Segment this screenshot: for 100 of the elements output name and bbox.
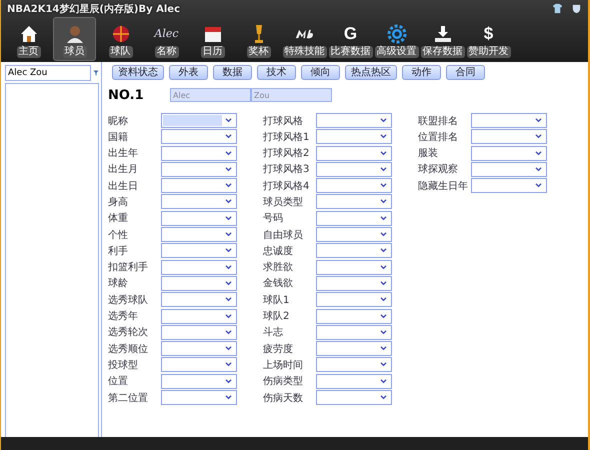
chevron-down-icon xyxy=(225,248,232,254)
dropdown[interactable] xyxy=(161,374,237,389)
chevron-down-icon xyxy=(225,134,232,140)
dropdown[interactable] xyxy=(161,210,237,226)
field-label: 出生年 xyxy=(108,146,139,160)
gear-icon xyxy=(386,24,406,44)
field-label: 扣篮利手 xyxy=(108,260,149,274)
dropdown[interactable] xyxy=(161,341,237,356)
tab[interactable]: 技术 xyxy=(257,65,296,80)
chevron-down-icon xyxy=(225,314,232,319)
nav-item[interactable]: $ 赞助开发 xyxy=(467,17,510,61)
dropdown[interactable] xyxy=(316,341,392,356)
chevron-down-icon xyxy=(225,280,232,286)
tab[interactable]: 外表 xyxy=(169,65,208,80)
chevron-down-icon xyxy=(225,264,232,270)
player-number: NO.1 xyxy=(108,88,145,102)
dropdown[interactable] xyxy=(471,178,547,194)
dropdown[interactable] xyxy=(316,357,392,372)
field-label: 选秀年 xyxy=(108,310,139,324)
tab[interactable]: 倾向 xyxy=(301,65,340,80)
logo-icon: G xyxy=(344,24,358,44)
dropdown[interactable] xyxy=(316,227,392,242)
dropdown[interactable] xyxy=(316,194,392,210)
dropdown[interactable] xyxy=(316,129,392,144)
nav-item[interactable]: 日历 xyxy=(191,17,234,61)
chevron-down-icon xyxy=(380,330,387,335)
field-label: 斗志 xyxy=(263,326,284,340)
dropdown[interactable] xyxy=(316,260,392,275)
dropdown[interactable] xyxy=(471,129,547,144)
search-field[interactable]: Alec Zou xyxy=(5,65,91,81)
dropdown[interactable] xyxy=(161,292,237,308)
dropdown[interactable] xyxy=(316,324,392,340)
dropdown[interactable] xyxy=(316,276,392,291)
tab[interactable]: 动作 xyxy=(402,65,441,80)
dropdown[interactable] xyxy=(161,357,237,372)
basketball-icon xyxy=(110,24,130,44)
field-label: 忠诚度 xyxy=(263,244,294,258)
chevron-down-icon xyxy=(380,216,387,221)
chevron-down-icon xyxy=(225,395,232,400)
dropdown[interactable] xyxy=(316,178,392,194)
dropdown[interactable] xyxy=(161,276,237,291)
chevron-down-icon xyxy=(225,216,232,221)
nav-item[interactable]: 球员 xyxy=(53,17,96,61)
dropdown[interactable] xyxy=(161,390,237,406)
shield-icon[interactable] xyxy=(571,3,582,14)
field-label: 服装 xyxy=(418,146,439,160)
chevron-down-icon xyxy=(380,118,387,123)
dropdown[interactable] xyxy=(161,113,237,128)
dropdown[interactable] xyxy=(316,210,392,226)
dropdown[interactable] xyxy=(161,178,237,194)
chevron-down-icon xyxy=(225,199,232,204)
chevron-down-icon xyxy=(225,118,232,123)
dropdown[interactable] xyxy=(316,146,392,161)
tab[interactable]: 资料状态 xyxy=(112,65,164,80)
field-label: 疲劳度 xyxy=(263,342,294,356)
nav-item[interactable]: G 比赛数据 xyxy=(329,17,372,61)
field-label: 身高 xyxy=(108,196,129,209)
dropdown[interactable] xyxy=(316,390,392,406)
field-label: 体重 xyxy=(108,212,129,226)
dropdown[interactable] xyxy=(471,113,547,128)
chevron-down-icon xyxy=(225,378,232,384)
nav-item[interactable]: 主页 xyxy=(7,17,50,61)
field-label: 球龄 xyxy=(108,276,129,290)
dropdown[interactable] xyxy=(161,308,237,324)
dropdown[interactable] xyxy=(471,146,547,161)
dropdown[interactable] xyxy=(161,260,237,275)
dropdown[interactable] xyxy=(316,374,392,389)
dropdown[interactable] xyxy=(161,146,237,161)
dropdown[interactable] xyxy=(161,227,237,242)
dropdown[interactable] xyxy=(471,162,547,177)
dropdown[interactable] xyxy=(316,162,392,177)
field-label: 打球风格4 xyxy=(263,180,310,193)
nav-item[interactable]: 特殊技能 xyxy=(283,17,326,61)
field-label: 球队1 xyxy=(263,294,290,307)
dropdown[interactable] xyxy=(316,243,392,258)
chevron-down-icon xyxy=(225,297,232,302)
field-label: 联盟排名 xyxy=(418,114,459,128)
dropdown[interactable] xyxy=(316,113,392,128)
chevron-down-icon xyxy=(535,166,542,172)
dropdown[interactable] xyxy=(161,324,237,340)
shirt-icon[interactable] xyxy=(552,3,563,14)
tab[interactable]: 热点热区 xyxy=(345,65,397,80)
field-label: 利手 xyxy=(108,244,129,258)
nav-item[interactable]: 保存数据 xyxy=(421,17,464,61)
chevron-down-icon xyxy=(380,264,387,270)
tab[interactable]: 合同 xyxy=(446,65,485,80)
nav-item[interactable]: 球队 xyxy=(99,17,142,61)
dropdown[interactable] xyxy=(161,162,237,177)
tab[interactable]: 数据 xyxy=(213,65,252,80)
field-label: 投球型 xyxy=(108,358,139,372)
dropdown[interactable] xyxy=(316,292,392,308)
dropdown[interactable] xyxy=(161,129,237,144)
dropdown[interactable] xyxy=(316,308,392,324)
dropdown[interactable] xyxy=(161,194,237,210)
chevron-down-icon xyxy=(380,395,387,400)
nav-item[interactable]: 奖杯 xyxy=(237,17,280,61)
calendar-icon xyxy=(202,24,222,44)
nav-item[interactable]: 高级设置 xyxy=(375,17,418,61)
dropdown[interactable] xyxy=(161,243,237,258)
nav-item[interactable]: Alec 名称 xyxy=(145,17,188,61)
